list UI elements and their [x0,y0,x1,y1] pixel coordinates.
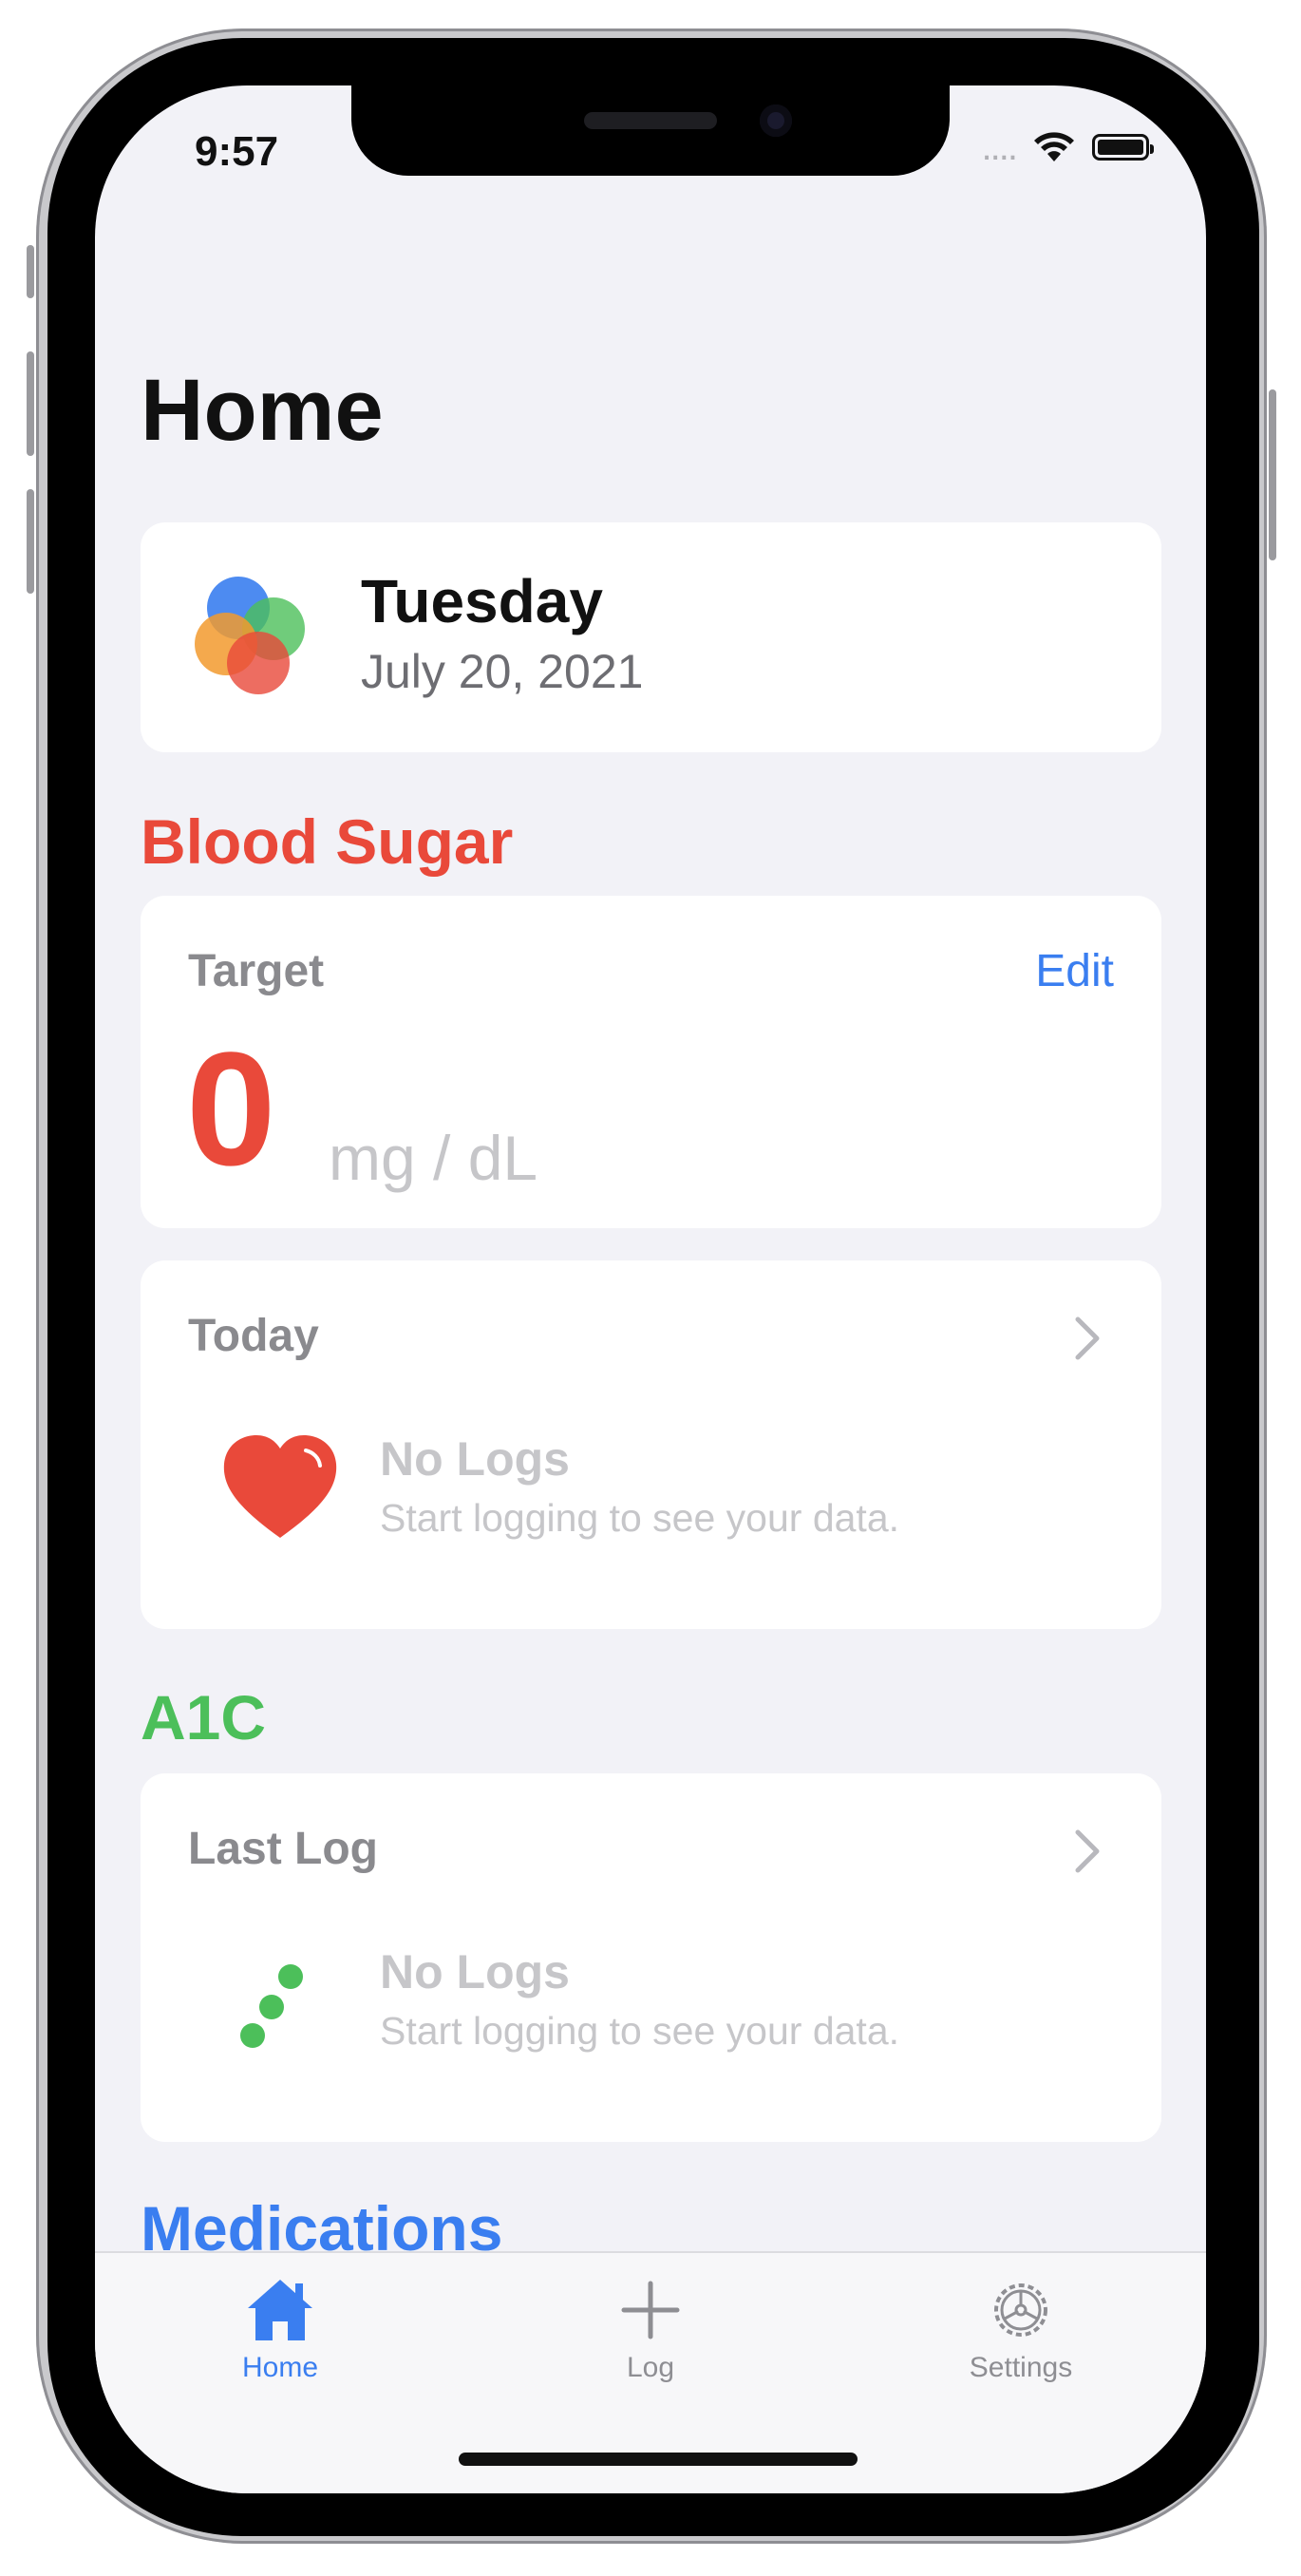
status-time: 9:57 [195,128,279,175]
target-label: Target [188,946,325,996]
empty-state-title: No Logs [380,1945,570,1998]
date-card: Tuesday July 20, 2021 [141,522,1161,752]
house-icon [248,2280,312,2340]
plus-icon [621,2281,680,2339]
tab-home[interactable]: Home [185,2274,375,2384]
tab-settings[interactable]: Settings [926,2274,1116,2384]
heart-icon [223,1435,337,1538]
status-indicators: .... [981,126,1154,168]
gear-icon [994,2283,1047,2337]
target-value: 0 [186,1019,276,1200]
tab-log[interactable]: Log [556,2274,745,2384]
dots-trend-icon [240,1964,303,2048]
empty-state-subtitle: Start logging to see your data. [380,2009,900,2053]
date-text: July 20, 2021 [361,645,644,698]
blood-sugar-heading: Blood Sugar [141,806,514,877]
power-button [1269,389,1276,560]
edit-target-button[interactable]: Edit [1035,945,1114,997]
day-name: Tuesday [361,567,603,635]
tab-settings-label: Settings [969,2352,1073,2383]
notch [351,85,950,176]
overlapping-circles-logo [195,577,305,694]
last-log-card[interactable]: Last Log No Logs Start logging to see yo… [141,1773,1161,2142]
phone-screen: 9:57 .... Home Tuesday July 20, 2021 Blo… [95,85,1206,2493]
home-indicator[interactable] [459,2453,858,2466]
tab-log-label: Log [626,2352,675,2383]
chevron-right-icon [1075,1316,1100,1360]
volume-up-button [27,351,34,456]
target-unit: mg / dL [329,1123,538,1193]
signal-icon: .... [981,126,1018,168]
volume-down-button [27,489,34,594]
speaker [584,112,717,129]
mute-switch [27,245,34,298]
a1c-heading: A1C [141,1682,267,1752]
chevron-right-icon [1075,1829,1100,1873]
last-log-label: Last Log [188,1824,378,1874]
camera-icon [760,104,792,137]
empty-state-title: No Logs [380,1432,570,1486]
today-label: Today [188,1311,319,1361]
empty-state-subtitle: Start logging to see your data. [380,1496,900,1540]
page-title: Home [141,362,384,459]
battery-icon [1092,134,1154,161]
wifi-icon [1034,132,1074,161]
today-card[interactable]: Today No Logs Start logging to see your … [141,1260,1161,1629]
tab-home-label: Home [241,2352,319,2383]
target-card: Target Edit 0 mg / dL [141,896,1161,1228]
